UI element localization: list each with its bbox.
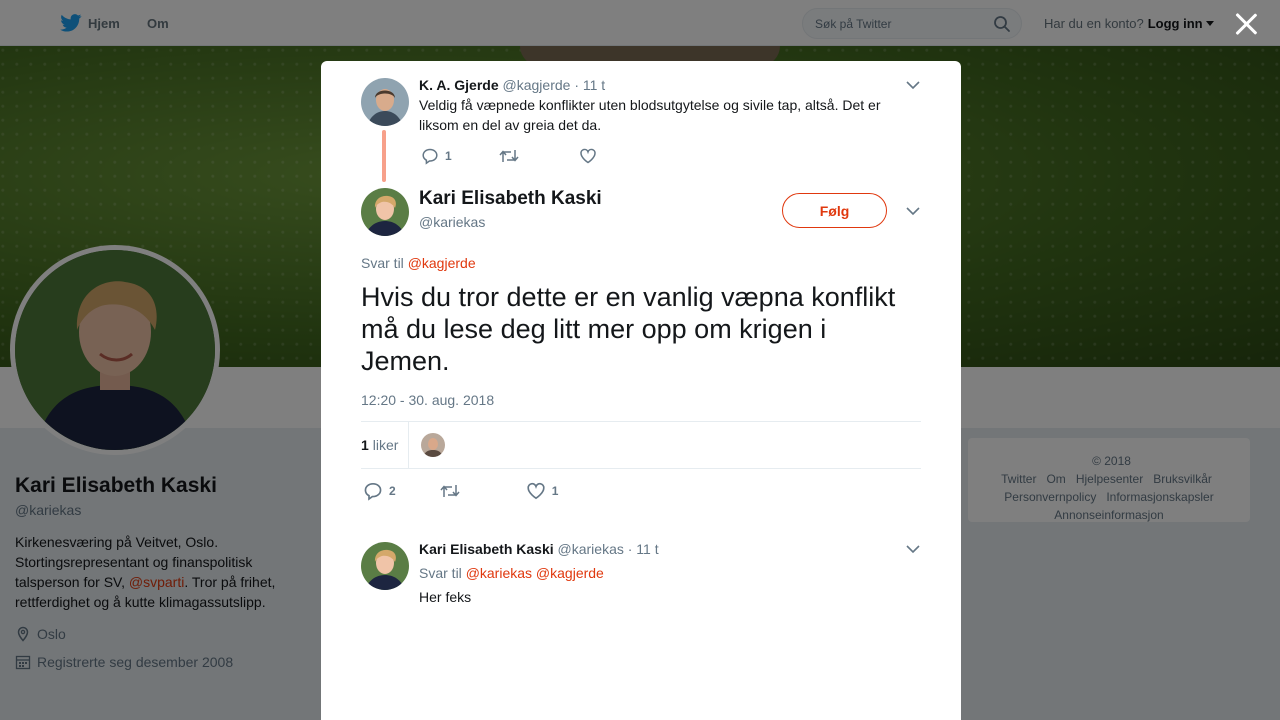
reply-author-handle[interactable]: @kariekas <box>558 541 624 557</box>
main-author-handle[interactable]: @kariekas <box>419 214 485 230</box>
tweet-modal: K. A. Gjerde @kagjerde · 11 t Veldig få … <box>321 61 961 720</box>
main-author-name[interactable]: Kari Elisabeth Kaski <box>419 188 602 210</box>
reply-tweet-time[interactable]: · 11 t <box>628 541 659 557</box>
main-reply-button[interactable]: 2 <box>363 481 396 501</box>
reply-tweet-avatar[interactable] <box>361 542 409 590</box>
parent-retweet-button[interactable] <box>499 147 525 165</box>
reply-to-label: Svar til <box>361 255 404 271</box>
main-like-button[interactable]: 1 <box>526 481 559 501</box>
reply-icon <box>364 482 382 501</box>
likes-stat-label: liker <box>372 437 399 453</box>
reply-tweet-header: Kari Elisabeth Kaski @kariekas · 11 t <box>419 541 659 557</box>
likes-stat-count: 1 <box>361 437 369 453</box>
retweet-icon <box>499 150 519 162</box>
reply-tweet-chevron-down-icon[interactable] <box>905 544 921 554</box>
heart-icon <box>527 482 545 500</box>
reply-reply-to-mentions[interactable]: @kariekas @kagjerde <box>466 565 604 581</box>
parent-tweet-actions: 1 <box>421 147 603 165</box>
reply-reply-context: Svar til @kariekas @kagjerde <box>419 565 604 581</box>
parent-author-handle[interactable]: @kagjerde <box>503 77 571 93</box>
main-tweet-timestamp[interactable]: 12:20 - 30. aug. 2018 <box>361 392 494 408</box>
heart-icon <box>579 148 596 164</box>
main-retweet-button[interactable] <box>440 482 466 500</box>
reply-tweet-text: Her feks <box>419 589 472 605</box>
parent-tweet-chevron-down-icon[interactable] <box>905 80 921 90</box>
main-tweet-actions: 2 1 <box>363 481 558 501</box>
retweet-icon <box>440 485 460 497</box>
parent-author-name[interactable]: K. A. Gjerde <box>419 77 499 93</box>
main-tweet-text: Hvis du tror dette er en vanlig væpna ko… <box>361 282 896 376</box>
thread-connector-line <box>382 130 386 182</box>
parent-reply-count: 1 <box>445 149 452 163</box>
main-reply-count: 2 <box>389 484 396 498</box>
main-like-count: 1 <box>551 484 559 498</box>
liker-avatar[interactable] <box>421 433 445 457</box>
follow-button[interactable]: Følg <box>782 193 887 228</box>
main-tweet-avatar[interactable] <box>361 188 409 236</box>
tweet-stats-bar: 1 liker <box>361 421 921 469</box>
reply-to-mention-link[interactable]: @kagjerde <box>408 255 476 271</box>
parent-tweet-time[interactable]: · 11 t <box>574 77 605 93</box>
close-icon[interactable] <box>1234 12 1258 36</box>
parent-tweet-avatar[interactable] <box>361 78 409 126</box>
likes-stat[interactable]: 1 liker <box>361 422 410 468</box>
parent-tweet-text: Veldig få væpnede konflikter uten blodsu… <box>419 97 881 133</box>
reply-author-name[interactable]: Kari Elisabeth Kaski <box>419 541 554 557</box>
parent-tweet-header: K. A. Gjerde @kagjerde · 11 t <box>419 77 605 93</box>
parent-like-button[interactable] <box>579 147 603 165</box>
parent-reply-button[interactable]: 1 <box>421 147 452 165</box>
main-reply-context: Svar til @kagjerde <box>361 255 476 271</box>
reply-reply-to-label: Svar til <box>419 565 462 581</box>
main-tweet-chevron-down-icon[interactable] <box>905 206 921 216</box>
reply-icon <box>422 148 438 165</box>
